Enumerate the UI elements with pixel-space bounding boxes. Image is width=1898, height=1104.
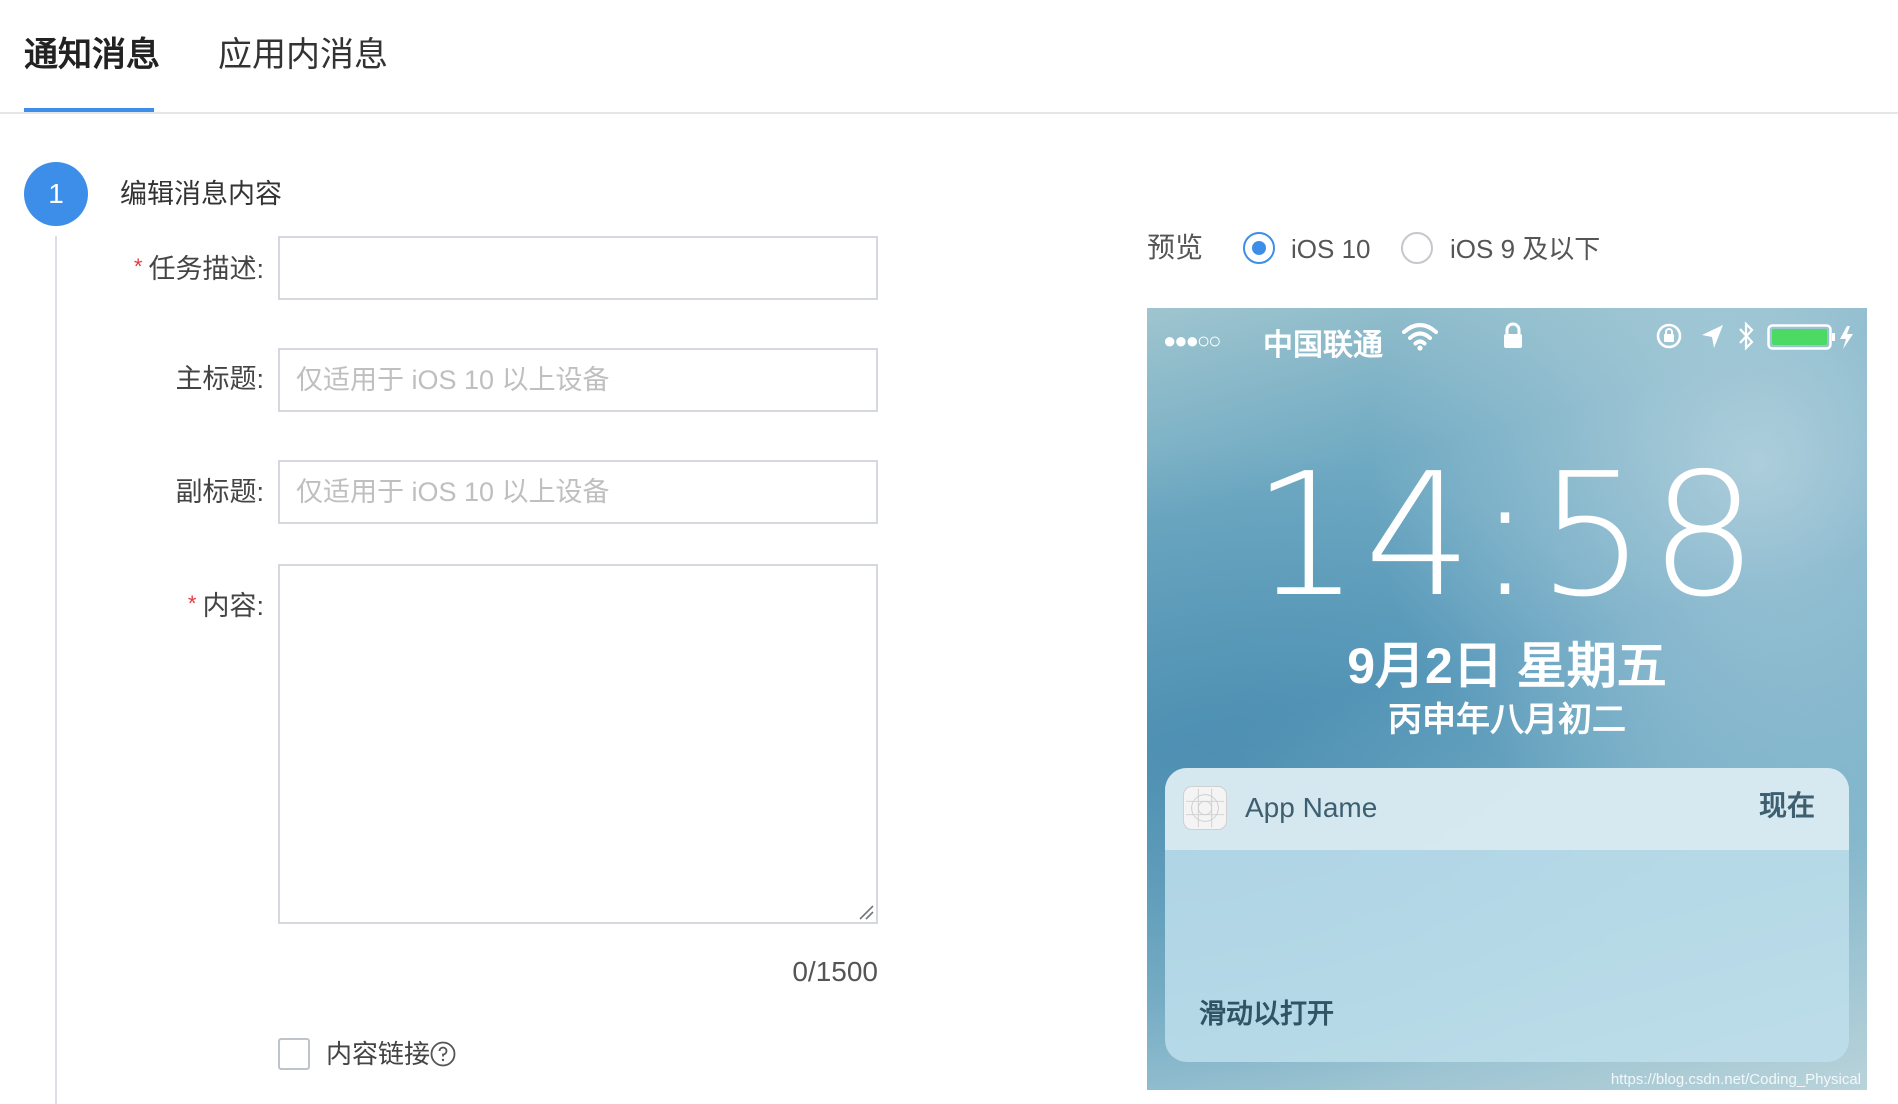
notification-time: 现在 bbox=[1758, 790, 1815, 821]
content-link-checkbox[interactable] bbox=[278, 1038, 310, 1070]
required-mark: * bbox=[133, 254, 143, 279]
notification-header: App Name 现在 bbox=[1165, 768, 1849, 850]
status-bar: ●●●○○ 中国联通 bbox=[1147, 308, 1867, 364]
carrier-name: 中国联通 bbox=[1263, 329, 1383, 362]
tab-in-app-message[interactable]: 应用内消息 bbox=[218, 30, 388, 80]
signal-strength-icon: ●●●○○ bbox=[1163, 328, 1221, 353]
notification-app-name: App Name bbox=[1245, 792, 1378, 823]
lockscreen-lunar-date: 丙申年八月初二 bbox=[1388, 701, 1626, 739]
subtitle-input[interactable] bbox=[278, 460, 878, 524]
rotation-lock-icon bbox=[1656, 323, 1682, 349]
task-description-input[interactable] bbox=[278, 236, 878, 300]
content-link-label[interactable]: 内容链接 bbox=[326, 1034, 430, 1074]
step-number-badge: 1 bbox=[24, 162, 88, 226]
watermark-text: https://blog.csdn.net/Coding_Physical bbox=[1610, 1071, 1861, 1088]
battery-charging-icon bbox=[1767, 324, 1853, 350]
wifi-icon bbox=[1402, 323, 1438, 351]
notification-slide-hint: 滑动以打开 bbox=[1199, 999, 1334, 1029]
content-textarea[interactable] bbox=[278, 564, 878, 924]
tab-bar: 通知消息 应用内消息 bbox=[0, 0, 1898, 114]
task-description-label: * 任务描述: bbox=[133, 254, 264, 284]
step-connector-line bbox=[55, 236, 57, 1104]
notification-card: App Name 现在 滑动以打开 bbox=[1165, 768, 1849, 1062]
lockscreen-date: 9月2日 星期五 bbox=[1347, 638, 1667, 694]
preview-label: 预览 bbox=[1147, 232, 1204, 263]
content-label: * 内容: bbox=[187, 591, 264, 621]
location-arrow-icon bbox=[1702, 325, 1723, 348]
active-tab-indicator bbox=[24, 108, 154, 112]
phone-lockscreen-preview: ●●●○○ 中国联通 14:58 9月2日 星期五 丙申年八月初二 App Na… bbox=[1147, 308, 1867, 1090]
tab-notification-message[interactable]: 通知消息 bbox=[24, 30, 160, 80]
required-mark: * bbox=[187, 591, 197, 616]
character-counter: 0/1500 bbox=[792, 956, 878, 987]
ios9-radio[interactable] bbox=[1401, 232, 1433, 264]
ios10-radio-label[interactable]: iOS 10 bbox=[1291, 229, 1371, 269]
ios10-radio[interactable] bbox=[1243, 232, 1275, 264]
main-title-input[interactable] bbox=[278, 348, 878, 412]
main-title-label: 主标题: bbox=[175, 364, 264, 394]
ios9-radio-label[interactable]: iOS 9 及以下 bbox=[1450, 229, 1600, 269]
lockscreen-clock: 14:58 bbox=[1252, 437, 1762, 635]
lock-icon bbox=[1504, 322, 1522, 348]
app-icon bbox=[1183, 786, 1227, 830]
help-question-icon[interactable] bbox=[430, 1041, 456, 1067]
resize-grip-icon[interactable] bbox=[858, 904, 874, 920]
bluetooth-icon bbox=[1739, 321, 1754, 351]
step-title: 编辑消息内容 bbox=[120, 179, 282, 209]
subtitle-label: 副标题: bbox=[175, 477, 264, 507]
